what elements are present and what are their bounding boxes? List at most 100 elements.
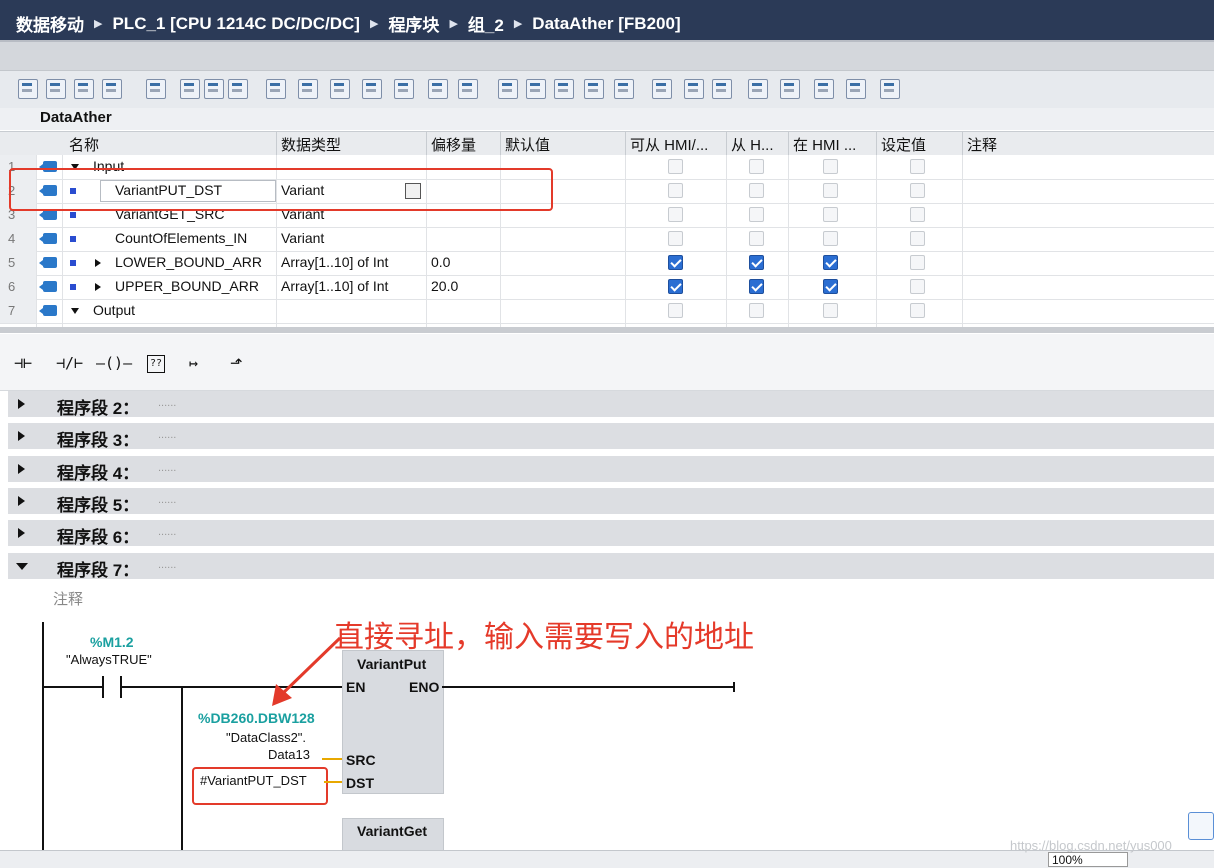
interface-row[interactable]: 4 CountOfElements_IN Variant (0, 227, 1214, 252)
toolbar-button-14[interactable] (428, 79, 448, 99)
network-title-field[interactable]: ...... (158, 494, 176, 506)
setpoint-checkbox[interactable] (910, 231, 925, 246)
toolbar-button-11[interactable] (330, 79, 350, 99)
param-default[interactable]: 20.0 (431, 278, 458, 294)
dst-operand[interactable]: #VariantPUT_DST (200, 773, 307, 788)
setpoint-checkbox[interactable] (910, 159, 925, 174)
zoom-field[interactable]: 100% (1048, 852, 1128, 867)
expand-icon[interactable] (95, 259, 101, 267)
hmi-checkbox[interactable] (823, 231, 838, 246)
hmi-checkbox[interactable] (749, 183, 764, 198)
interface-row[interactable]: 7 Output (0, 299, 1214, 324)
toolbar-button-27[interactable] (846, 79, 866, 99)
param-name[interactable]: CountOfElements_IN (115, 230, 247, 246)
param-name[interactable]: UPPER_BOUND_ARR (115, 278, 259, 294)
network-header[interactable]: 程序段 6：...... (8, 520, 1214, 547)
coil-button[interactable]: —()— (96, 348, 132, 378)
param-datatype[interactable]: Variant (281, 230, 324, 246)
toolbar-button-2[interactable] (46, 79, 66, 99)
toolbar-button-1[interactable] (18, 79, 38, 99)
toolbar-button-24[interactable] (748, 79, 768, 99)
hmi-checkbox[interactable] (749, 159, 764, 174)
toolbar-button-4[interactable] (102, 79, 122, 99)
toolbar-button-19[interactable] (584, 79, 604, 99)
open-branch-button[interactable]: ↦ (189, 348, 198, 378)
toolbar-button-7[interactable] (204, 79, 224, 99)
toolbar-button-25[interactable] (780, 79, 800, 99)
hmi-checkbox[interactable] (668, 303, 683, 318)
toolbar-button-23[interactable] (712, 79, 732, 99)
toolbar-button-10[interactable] (298, 79, 318, 99)
setpoint-checkbox[interactable] (910, 255, 925, 270)
row-number[interactable]: 5 (0, 251, 36, 275)
hmi-checkbox[interactable] (823, 183, 838, 198)
col-header-hmi-setpoint[interactable]: 在 HMI ... (793, 134, 856, 155)
hmi-checkbox[interactable] (668, 207, 683, 222)
param-name[interactable]: Output (93, 302, 135, 318)
hmi-checkbox[interactable] (823, 255, 838, 270)
hmi-checkbox[interactable] (823, 159, 838, 174)
expand-icon[interactable] (18, 528, 25, 538)
contact-symbol[interactable]: "AlwaysTRUE" (66, 652, 152, 667)
breadcrumb-item-program-blocks[interactable]: 程序块 (388, 11, 439, 36)
toolbar-button-15[interactable] (458, 79, 478, 99)
toolbar-button-6[interactable] (180, 79, 200, 99)
nc-contact-button[interactable]: ⊣/⊢ (56, 348, 83, 378)
toolbar-button-26[interactable] (814, 79, 834, 99)
hmi-checkbox[interactable] (749, 207, 764, 222)
param-name[interactable]: LOWER_BOUND_ARR (115, 254, 262, 270)
toolbar-button-3[interactable] (74, 79, 94, 99)
network-header[interactable]: 程序段 5：...... (8, 488, 1214, 515)
src-address[interactable]: %DB260.DBW128 (198, 710, 315, 726)
row-number[interactable]: 7 (0, 299, 36, 323)
col-header-setpoint[interactable]: 设定值 (881, 134, 926, 155)
expand-icon[interactable] (18, 399, 25, 409)
col-header-datatype[interactable]: 数据类型 (281, 134, 341, 155)
expand-icon[interactable] (18, 464, 25, 474)
toolbar-button-18[interactable] (554, 79, 574, 99)
param-default[interactable]: 0.0 (431, 254, 450, 270)
hmi-checkbox[interactable] (749, 255, 764, 270)
toolbar-button-12[interactable] (362, 79, 382, 99)
hmi-checkbox[interactable] (668, 183, 683, 198)
network-header[interactable]: 程序段 7：...... (8, 553, 1214, 580)
col-header-offset[interactable]: 偏移量 (431, 134, 476, 155)
hmi-checkbox[interactable] (749, 279, 764, 294)
src-symbol-2[interactable]: Data13 (268, 747, 310, 762)
collapse-icon[interactable] (71, 308, 79, 314)
network-header[interactable]: 程序段 3：...... (8, 423, 1214, 450)
network-title-field[interactable]: ...... (158, 429, 176, 441)
network-title-field[interactable]: ...... (158, 397, 176, 409)
splitter-bar[interactable] (0, 327, 1214, 333)
hmi-checkbox[interactable] (749, 231, 764, 246)
expand-icon[interactable] (18, 496, 25, 506)
col-header-hmi-accessible[interactable]: 可从 HMI/... (630, 134, 708, 155)
toolbar-button-5[interactable] (146, 79, 166, 99)
contact-address[interactable]: %M1.2 (90, 634, 134, 650)
hmi-checkbox[interactable] (749, 303, 764, 318)
hmi-checkbox[interactable] (823, 279, 838, 294)
setpoint-checkbox[interactable] (910, 207, 925, 222)
breadcrumb-item-block[interactable]: DataAther [FB200] (532, 14, 680, 34)
row-number[interactable]: 4 (0, 227, 36, 251)
col-header-comment[interactable]: 注释 (967, 134, 997, 155)
toolbar-button-21[interactable] (652, 79, 672, 99)
param-datatype[interactable]: Array[1..10] of Int (281, 278, 388, 294)
network-header[interactable]: 程序段 2：...... (8, 391, 1214, 418)
check-icon[interactable] (1188, 812, 1214, 840)
toolbar-button-13[interactable] (394, 79, 414, 99)
breadcrumb-item-project[interactable]: 数据移动 (16, 11, 84, 36)
network-comment-field[interactable]: 注释 (40, 584, 1214, 613)
src-symbol-1[interactable]: "DataClass2". (226, 730, 306, 745)
setpoint-checkbox[interactable] (910, 279, 925, 294)
close-branch-button[interactable]: ⬏ (230, 348, 243, 378)
collapse-icon[interactable] (16, 563, 28, 570)
hmi-checkbox[interactable] (668, 255, 683, 270)
param-datatype[interactable]: Array[1..10] of Int (281, 254, 388, 270)
hmi-checkbox[interactable] (668, 279, 683, 294)
breadcrumb-item-group[interactable]: 组_2 (468, 11, 504, 36)
interface-row[interactable]: 6 UPPER_BOUND_ARR Array[1..10] of Int 20.0 (0, 275, 1214, 300)
toolbar-button-8[interactable] (228, 79, 248, 99)
breadcrumb-item-plc[interactable]: PLC_1 [CPU 1214C DC/DC/DC] (112, 14, 360, 34)
setpoint-checkbox[interactable] (910, 183, 925, 198)
